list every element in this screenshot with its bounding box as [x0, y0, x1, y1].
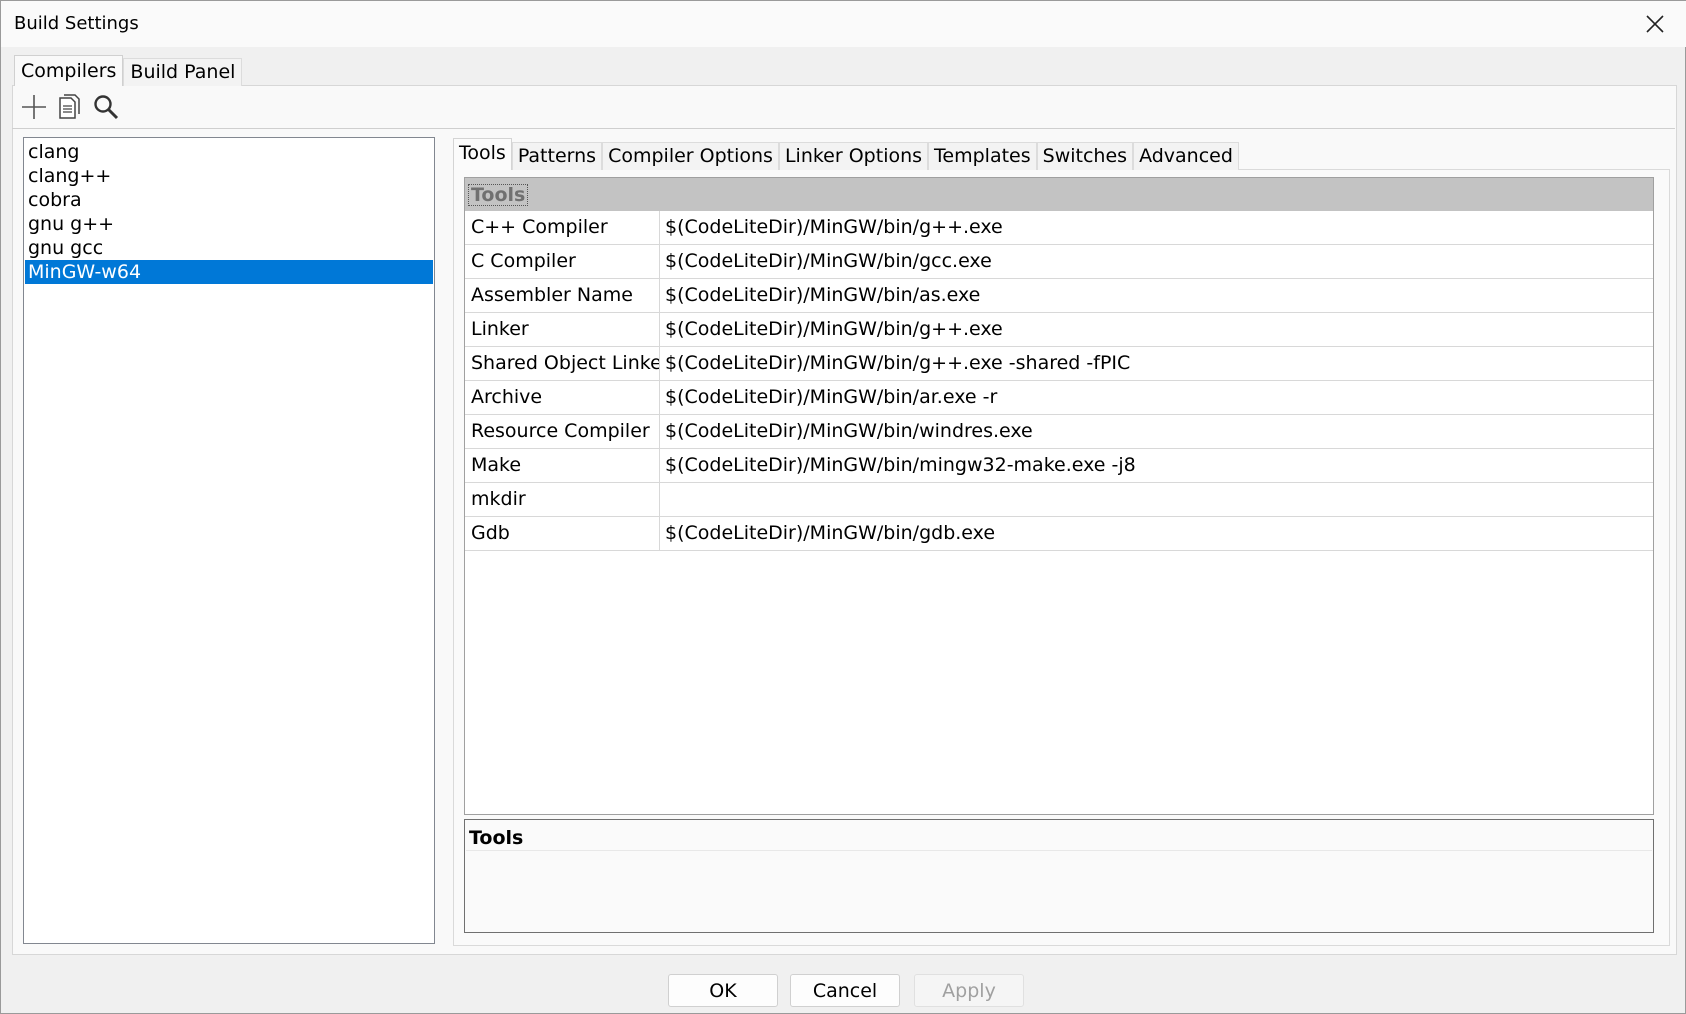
- toolbar: [18, 91, 122, 123]
- property-name: Gdb: [465, 517, 660, 550]
- property-row-resource-compiler[interactable]: Resource Compiler $(CodeLiteDir)/MinGW/b…: [465, 415, 1653, 449]
- cancel-button[interactable]: Cancel: [790, 974, 900, 1007]
- property-name: C++ Compiler: [465, 211, 660, 244]
- tab-linker-options[interactable]: Linker Options: [778, 142, 929, 170]
- description-title: Tools: [469, 827, 524, 849]
- tab-build-panel[interactable]: Build Panel: [123, 58, 243, 86]
- property-row-gdb[interactable]: Gdb $(CodeLiteDir)/MinGW/bin/gdb.exe: [465, 517, 1653, 551]
- title-bar: Build Settings: [1, 1, 1686, 47]
- add-compiler-button[interactable]: [18, 91, 50, 123]
- find-compiler-button[interactable]: [90, 91, 122, 123]
- property-value[interactable]: $(CodeLiteDir)/MinGW/bin/g++.exe -shared…: [660, 347, 1653, 380]
- property-name: Shared Object Linker: [465, 347, 660, 380]
- tab-advanced[interactable]: Advanced: [1133, 142, 1239, 170]
- property-name: Resource Compiler: [465, 415, 660, 448]
- ok-button[interactable]: OK: [668, 974, 778, 1007]
- property-row-archive[interactable]: Archive $(CodeLiteDir)/MinGW/bin/ar.exe …: [465, 381, 1653, 415]
- compiler-item-clang[interactable]: clang: [25, 140, 433, 164]
- property-name: Linker: [465, 313, 660, 346]
- copy-document-icon: [59, 94, 80, 119]
- property-name: Archive: [465, 381, 660, 414]
- search-icon: [94, 95, 119, 120]
- apply-button[interactable]: Apply: [914, 974, 1024, 1007]
- close-button[interactable]: [1623, 1, 1686, 47]
- category-label: Tools: [468, 184, 529, 206]
- copy-compiler-button[interactable]: [54, 91, 86, 123]
- property-row-mkdir[interactable]: mkdir: [465, 483, 1653, 517]
- property-value[interactable]: [660, 483, 1653, 516]
- property-name: Make: [465, 449, 660, 482]
- description-header: Tools: [466, 822, 1652, 851]
- tab-compilers[interactable]: Compilers: [14, 55, 124, 86]
- property-row-make[interactable]: Make $(CodeLiteDir)/MinGW/bin/mingw32-ma…: [465, 449, 1653, 483]
- compiler-item-cobra[interactable]: cobra: [25, 188, 433, 212]
- property-description-box: Tools: [464, 819, 1654, 933]
- compiler-list[interactable]: clang clang++ cobra gnu g++ gnu gcc MinG…: [23, 137, 435, 944]
- property-value[interactable]: $(CodeLiteDir)/MinGW/bin/g++.exe: [660, 313, 1653, 346]
- tools-property-grid[interactable]: Tools C++ Compiler $(CodeLiteDir)/MinGW/…: [464, 177, 1654, 815]
- tab-compiler-options[interactable]: Compiler Options: [602, 142, 779, 170]
- property-category[interactable]: Tools: [465, 178, 1653, 211]
- compiler-item-mingw-w64[interactable]: MinGW-w64: [25, 260, 433, 284]
- property-value[interactable]: $(CodeLiteDir)/MinGW/bin/g++.exe: [660, 211, 1653, 244]
- tab-templates[interactable]: Templates: [928, 142, 1037, 170]
- top-tab-bar: Compilers Build Panel: [14, 55, 243, 86]
- toolbar-divider: [12, 128, 1675, 129]
- tab-tools[interactable]: Tools: [453, 138, 512, 170]
- compiler-item-gnu-gpp[interactable]: gnu g++: [25, 212, 433, 236]
- property-value[interactable]: $(CodeLiteDir)/MinGW/bin/as.exe: [660, 279, 1653, 312]
- plus-icon: [22, 95, 46, 119]
- property-row-linker[interactable]: Linker $(CodeLiteDir)/MinGW/bin/g++.exe: [465, 313, 1653, 347]
- property-value[interactable]: $(CodeLiteDir)/MinGW/bin/ar.exe -r: [660, 381, 1653, 414]
- property-value[interactable]: $(CodeLiteDir)/MinGW/bin/mingw32-make.ex…: [660, 449, 1653, 482]
- property-value[interactable]: $(CodeLiteDir)/MinGW/bin/gdb.exe: [660, 517, 1653, 550]
- property-value[interactable]: $(CodeLiteDir)/MinGW/bin/windres.exe: [660, 415, 1653, 448]
- build-settings-dialog: Build Settings Compilers Build Panel cla…: [0, 0, 1686, 1014]
- settings-tab-bar: Tools Patterns Compiler Options Linker O…: [453, 138, 1239, 170]
- close-icon: [1646, 15, 1664, 33]
- property-value[interactable]: $(CodeLiteDir)/MinGW/bin/gcc.exe: [660, 245, 1653, 278]
- window-title: Build Settings: [14, 13, 139, 34]
- property-row-cpp-compiler[interactable]: C++ Compiler $(CodeLiteDir)/MinGW/bin/g+…: [465, 211, 1653, 245]
- compiler-item-gnu-gcc[interactable]: gnu gcc: [25, 236, 433, 260]
- property-row-assembler[interactable]: Assembler Name $(CodeLiteDir)/MinGW/bin/…: [465, 279, 1653, 313]
- tab-patterns[interactable]: Patterns: [511, 142, 603, 170]
- property-row-c-compiler[interactable]: C Compiler $(CodeLiteDir)/MinGW/bin/gcc.…: [465, 245, 1653, 279]
- property-name: C Compiler: [465, 245, 660, 278]
- property-name: Assembler Name: [465, 279, 660, 312]
- property-name: mkdir: [465, 483, 660, 516]
- property-row-shared-object-linker[interactable]: Shared Object Linker $(CodeLiteDir)/MinG…: [465, 347, 1653, 381]
- tab-switches[interactable]: Switches: [1036, 142, 1134, 170]
- compiler-item-clangpp[interactable]: clang++: [25, 164, 433, 188]
